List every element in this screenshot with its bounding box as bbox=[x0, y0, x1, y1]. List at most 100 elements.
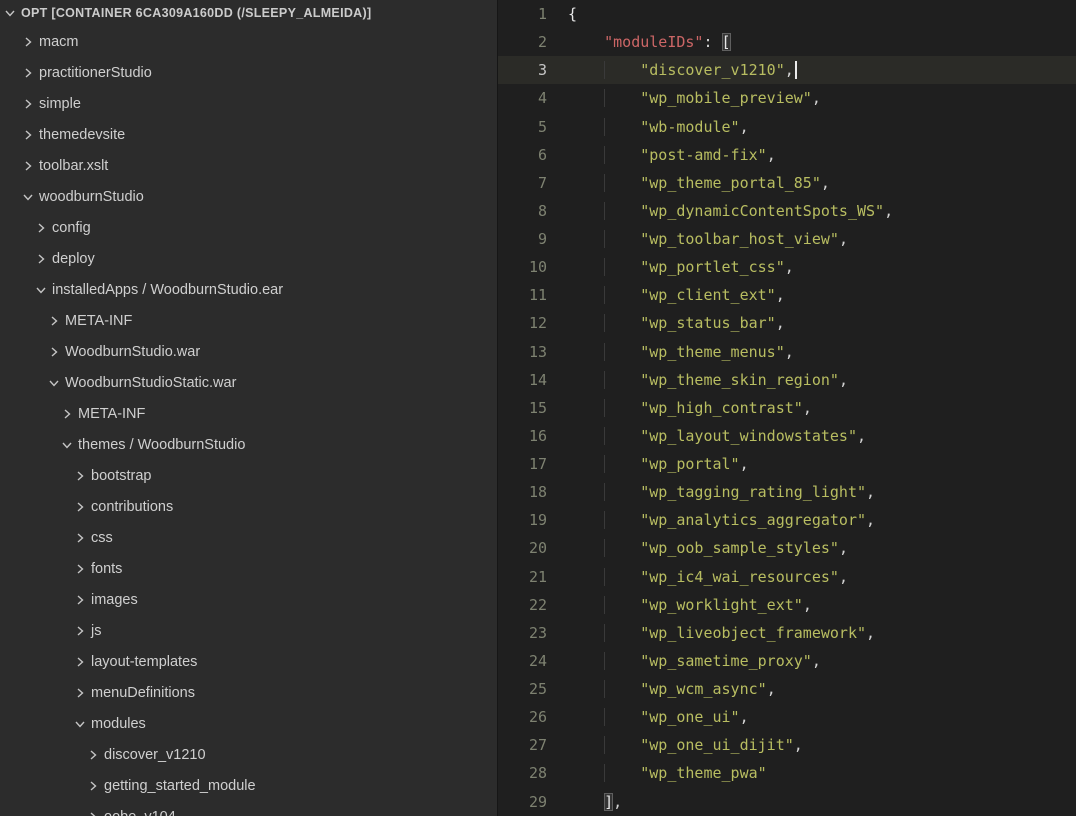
code-line[interactable]: 29 ], bbox=[498, 788, 1076, 816]
code-line-text[interactable]: "wp_one_ui", bbox=[568, 703, 1076, 731]
code-line[interactable]: 12 "wp_status_bar", bbox=[498, 309, 1076, 337]
code-line[interactable]: 22 "wp_worklight_ext", bbox=[498, 591, 1076, 619]
chevron-right-icon[interactable] bbox=[20, 96, 36, 112]
tree-item-menudefinitions[interactable]: menuDefinitions bbox=[0, 677, 497, 708]
chevron-right-icon[interactable] bbox=[20, 127, 36, 143]
tree-item-images[interactable]: images bbox=[0, 584, 497, 615]
chevron-right-icon[interactable] bbox=[72, 685, 88, 701]
tree-item-getting-started-module[interactable]: getting_started_module bbox=[0, 770, 497, 801]
tree-item-woodburnstudiostatic-war[interactable]: WoodburnStudioStatic.war bbox=[0, 367, 497, 398]
code-line-text[interactable]: "wp_liveobject_framework", bbox=[568, 619, 1076, 647]
code-line[interactable]: 4 "wp_mobile_preview", bbox=[498, 84, 1076, 112]
code-line-text[interactable]: "wp_theme_skin_region", bbox=[568, 366, 1076, 394]
chevron-down-icon[interactable] bbox=[59, 437, 75, 453]
code-line-text[interactable]: "wp_mobile_preview", bbox=[568, 84, 1076, 112]
code-line-text[interactable]: "wp_client_ext", bbox=[568, 281, 1076, 309]
code-line-text[interactable]: "wp_ic4_wai_resources", bbox=[568, 563, 1076, 591]
code-line[interactable]: 7 "wp_theme_portal_85", bbox=[498, 169, 1076, 197]
chevron-right-icon[interactable] bbox=[59, 406, 75, 422]
code-line-text[interactable]: "wp_sametime_proxy", bbox=[568, 647, 1076, 675]
chevron-down-icon[interactable] bbox=[46, 375, 62, 391]
chevron-right-icon[interactable] bbox=[20, 34, 36, 50]
code-line[interactable]: 2 "moduleIDs": [ bbox=[498, 28, 1076, 56]
code-line-text[interactable]: "post-amd-fix", bbox=[568, 141, 1076, 169]
tree-item-oobe-v104[interactable]: oobe_v104 bbox=[0, 801, 497, 816]
chevron-right-icon[interactable] bbox=[85, 778, 101, 794]
code-line[interactable]: 5 "wb-module", bbox=[498, 113, 1076, 141]
chevron-right-icon[interactable] bbox=[33, 251, 49, 267]
chevron-right-icon[interactable] bbox=[72, 468, 88, 484]
code-line[interactable]: 19 "wp_analytics_aggregator", bbox=[498, 506, 1076, 534]
chevron-right-icon[interactable] bbox=[46, 313, 62, 329]
tree-item-deploy[interactable]: deploy bbox=[0, 243, 497, 274]
code-editor[interactable]: 1{2 "moduleIDs": [3 "discover_v1210",4 "… bbox=[498, 0, 1076, 816]
chevron-right-icon[interactable] bbox=[72, 623, 88, 639]
code-line-text[interactable]: "wp_theme_menus", bbox=[568, 338, 1076, 366]
code-line-text[interactable]: "wp_theme_portal_85", bbox=[568, 169, 1076, 197]
code-line[interactable]: 16 "wp_layout_windowstates", bbox=[498, 422, 1076, 450]
tree-item-installedapps-woodburnstudio-ear[interactable]: installedApps / WoodburnStudio.ear bbox=[0, 274, 497, 305]
code-line[interactable]: 26 "wp_one_ui", bbox=[498, 703, 1076, 731]
chevron-right-icon[interactable] bbox=[72, 499, 88, 515]
code-line[interactable]: 28 "wp_theme_pwa" bbox=[498, 759, 1076, 787]
tree-item-layout-templates[interactable]: layout-templates bbox=[0, 646, 497, 677]
code-line[interactable]: 11 "wp_client_ext", bbox=[498, 281, 1076, 309]
chevron-down-icon[interactable] bbox=[20, 189, 36, 205]
chevron-right-icon[interactable] bbox=[33, 220, 49, 236]
code-line-text[interactable]: "wp_analytics_aggregator", bbox=[568, 506, 1076, 534]
chevron-down-icon[interactable] bbox=[72, 716, 88, 732]
code-line-text[interactable]: "wb-module", bbox=[568, 113, 1076, 141]
code-line[interactable]: 25 "wp_wcm_async", bbox=[498, 675, 1076, 703]
code-line[interactable]: 21 "wp_ic4_wai_resources", bbox=[498, 563, 1076, 591]
code-line-text[interactable]: { bbox=[568, 0, 1076, 28]
tree-item-css[interactable]: css bbox=[0, 522, 497, 553]
tree-item-woodburnstudio[interactable]: woodburnStudio bbox=[0, 181, 497, 212]
chevron-down-icon[interactable] bbox=[33, 282, 49, 298]
code-line[interactable]: 1{ bbox=[498, 0, 1076, 28]
tree-item-bootstrap[interactable]: bootstrap bbox=[0, 460, 497, 491]
code-line[interactable]: 18 "wp_tagging_rating_light", bbox=[498, 478, 1076, 506]
code-line[interactable]: 24 "wp_sametime_proxy", bbox=[498, 647, 1076, 675]
code-line[interactable]: 8 "wp_dynamicContentSpots_WS", bbox=[498, 197, 1076, 225]
chevron-right-icon[interactable] bbox=[72, 530, 88, 546]
chevron-right-icon[interactable] bbox=[85, 747, 101, 763]
chevron-right-icon[interactable] bbox=[85, 809, 101, 816]
code-line-text[interactable]: "wp_tagging_rating_light", bbox=[568, 478, 1076, 506]
tree-item-fonts[interactable]: fonts bbox=[0, 553, 497, 584]
chevron-right-icon[interactable] bbox=[72, 654, 88, 670]
code-line[interactable]: 27 "wp_one_ui_dijit", bbox=[498, 731, 1076, 759]
code-line[interactable]: 10 "wp_portlet_css", bbox=[498, 253, 1076, 281]
chevron-right-icon[interactable] bbox=[46, 344, 62, 360]
tree-item-modules[interactable]: modules bbox=[0, 708, 497, 739]
tree-item-contributions[interactable]: contributions bbox=[0, 491, 497, 522]
tree-item-themes-woodburnstudio[interactable]: themes / WoodburnStudio bbox=[0, 429, 497, 460]
code-line[interactable]: 20 "wp_oob_sample_styles", bbox=[498, 534, 1076, 562]
tree-item-meta-inf[interactable]: META-INF bbox=[0, 305, 497, 336]
tree-item-meta-inf[interactable]: META-INF bbox=[0, 398, 497, 429]
code-line-text[interactable]: "wp_dynamicContentSpots_WS", bbox=[568, 197, 1076, 225]
code-line[interactable]: 14 "wp_theme_skin_region", bbox=[498, 366, 1076, 394]
tree-item-js[interactable]: js bbox=[0, 615, 497, 646]
tree-item-toolbar-xslt[interactable]: toolbar.xslt bbox=[0, 150, 497, 181]
code-line-text[interactable]: "discover_v1210", bbox=[568, 56, 1076, 84]
code-line-text[interactable]: "wp_portal", bbox=[568, 450, 1076, 478]
tree-item-woodburnstudio-war[interactable]: WoodburnStudio.war bbox=[0, 336, 497, 367]
chevron-down-icon[interactable] bbox=[2, 5, 18, 21]
code-line-text[interactable]: "wp_oob_sample_styles", bbox=[568, 534, 1076, 562]
tree-item-practitionerstudio[interactable]: practitionerStudio bbox=[0, 57, 497, 88]
code-line[interactable]: 15 "wp_high_contrast", bbox=[498, 394, 1076, 422]
code-line-text[interactable]: "wp_theme_pwa" bbox=[568, 759, 1076, 787]
tree-item-discover-v1210[interactable]: discover_v1210 bbox=[0, 739, 497, 770]
code-line-text[interactable]: "wp_worklight_ext", bbox=[568, 591, 1076, 619]
code-line-text[interactable]: "wp_high_contrast", bbox=[568, 394, 1076, 422]
code-line[interactable]: 17 "wp_portal", bbox=[498, 450, 1076, 478]
code-line[interactable]: 13 "wp_theme_menus", bbox=[498, 338, 1076, 366]
explorer-section-header[interactable]: OPT [CONTAINER 6CA309A160DD (/SLEEPY_ALM… bbox=[0, 0, 497, 26]
code-line[interactable]: 6 "post-amd-fix", bbox=[498, 141, 1076, 169]
code-line-text[interactable]: ], bbox=[568, 788, 1076, 816]
chevron-right-icon[interactable] bbox=[72, 561, 88, 577]
chevron-right-icon[interactable] bbox=[72, 592, 88, 608]
chevron-right-icon[interactable] bbox=[20, 65, 36, 81]
code-line-text[interactable]: "moduleIDs": [ bbox=[568, 28, 1076, 56]
code-line[interactable]: 9 "wp_toolbar_host_view", bbox=[498, 225, 1076, 253]
